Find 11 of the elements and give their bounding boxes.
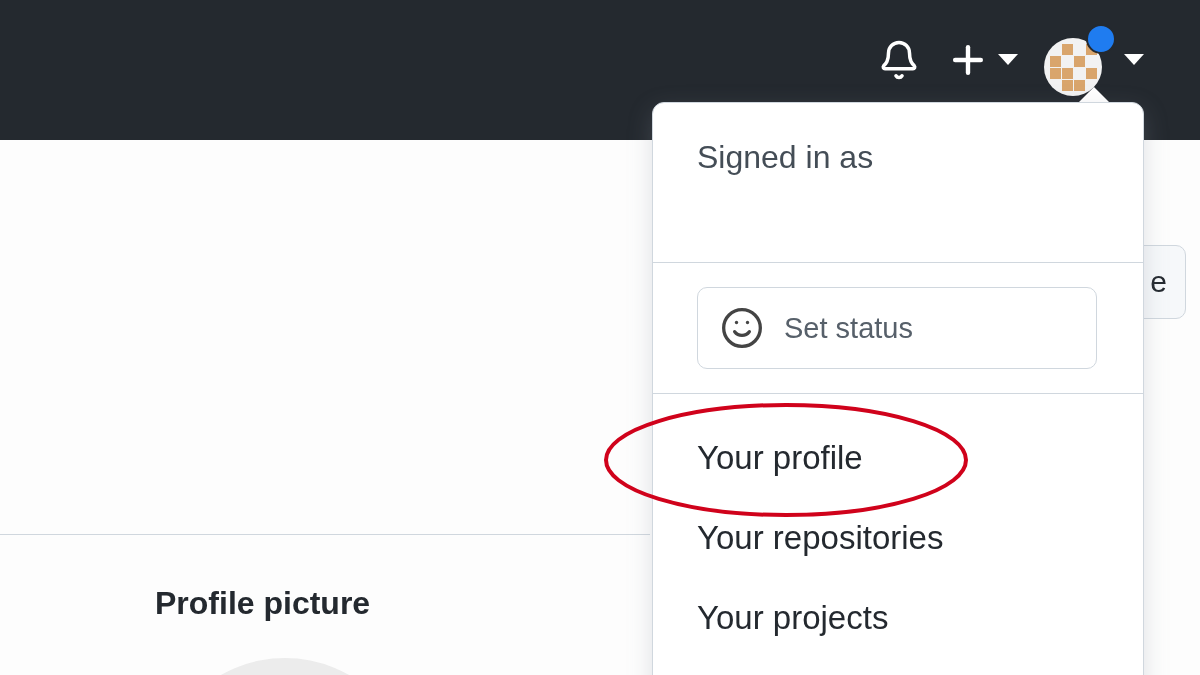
caret-icon bbox=[998, 54, 1018, 66]
section-title: Profile picture bbox=[155, 585, 371, 622]
menu-item[interactable]: Your profile bbox=[697, 438, 863, 478]
avatar-identicon bbox=[1044, 38, 1102, 96]
menu-item[interactable]: Your repositories bbox=[697, 518, 944, 558]
caret-icon bbox=[1124, 54, 1144, 66]
smiley-icon bbox=[720, 306, 764, 350]
set-status-button[interactable]: Set status bbox=[697, 287, 1097, 369]
menu-item[interactable]: Your projects bbox=[697, 598, 889, 638]
avatar-menu-button[interactable] bbox=[1044, 24, 1144, 96]
signed-in-label: Signed in as bbox=[697, 139, 874, 175]
